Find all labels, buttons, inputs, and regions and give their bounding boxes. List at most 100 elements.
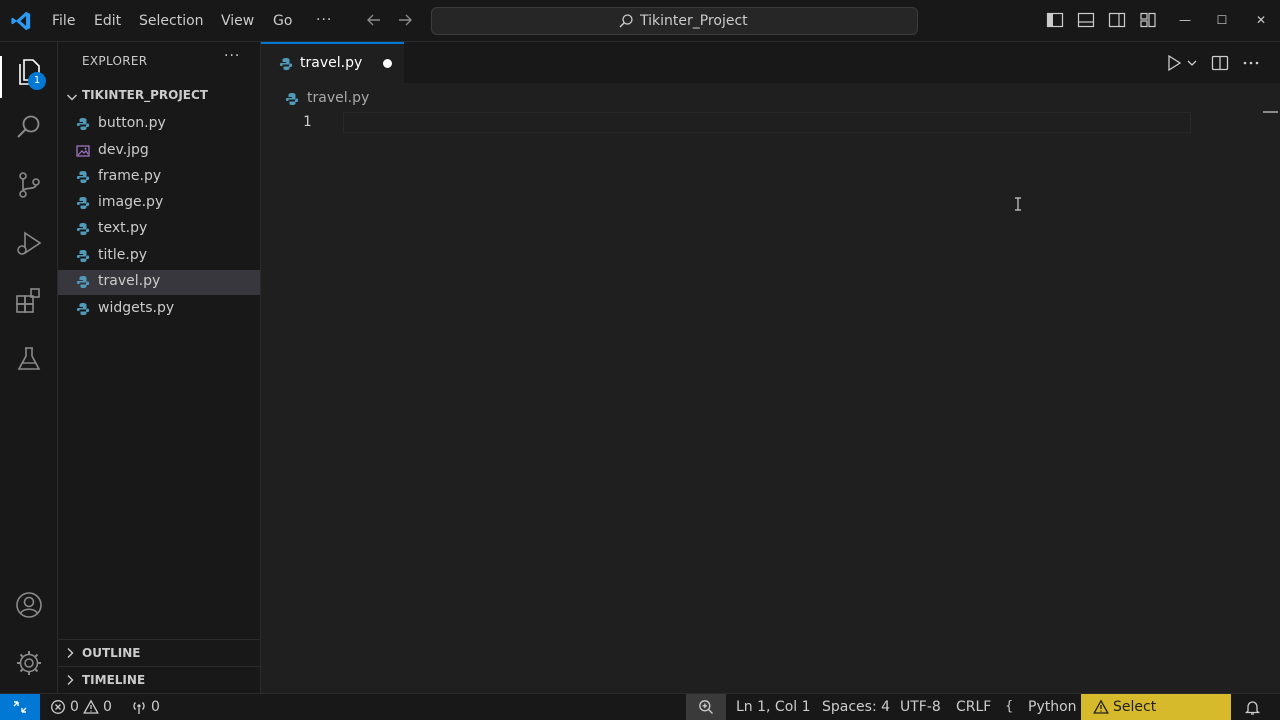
timeline-section-header[interactable]: TIMELINE	[58, 666, 260, 692]
file-name: frame.py	[98, 168, 162, 184]
source-control-icon[interactable]	[14, 170, 44, 200]
menu-view[interactable]: View	[221, 0, 254, 42]
chevron-right-icon	[67, 648, 74, 658]
file-encoding[interactable]: UTF-8	[900, 694, 941, 720]
python-file-icon	[76, 223, 90, 236]
file-item-dev-jpg[interactable]: dev.jpg	[58, 139, 260, 164]
python-file-icon	[76, 118, 90, 131]
error-icon	[51, 700, 65, 714]
indentation[interactable]: Spaces: 4	[822, 694, 890, 720]
remote-icon	[13, 701, 27, 713]
file-name: image.py	[98, 194, 164, 210]
account-icon[interactable]	[14, 590, 44, 620]
activity-bar: 1	[0, 42, 58, 693]
manage-gear-icon[interactable]	[14, 648, 44, 678]
unsaved-dot-icon[interactable]	[383, 59, 392, 68]
file-item-title-py[interactable]: title.py	[58, 244, 260, 269]
chevron-down-icon	[67, 94, 77, 101]
back-arrow-icon[interactable]	[364, 10, 384, 30]
project-folder-name: TIKINTER_PROJECT	[82, 88, 208, 102]
timeline-label: TIMELINE	[82, 673, 146, 687]
split-editor-icon[interactable]	[1211, 54, 1229, 72]
toggle-primary-sidebar-icon[interactable]	[1046, 11, 1064, 29]
menu-go[interactable]: Go	[273, 0, 292, 42]
search-text: Tikinter_Project	[640, 13, 748, 29]
file-item-text-py[interactable]: text.py	[58, 217, 260, 242]
tab-label: travel.py	[300, 55, 363, 71]
more-actions-icon[interactable]	[1242, 54, 1260, 72]
maximize-button[interactable]: ☐	[1204, 0, 1240, 42]
file-item-frame-py[interactable]: frame.py	[58, 165, 260, 190]
notifications-bell-icon[interactable]	[1244, 699, 1261, 716]
explorer-more-button[interactable]: ···	[224, 48, 240, 64]
editor-tab-bar: travel.py	[261, 42, 1280, 83]
title-bar: File Edit Selection View Go ··· Tikinter…	[0, 0, 1280, 42]
python-file-icon	[76, 303, 90, 316]
vscode-logo-icon	[11, 11, 31, 31]
braces-icon: {	[1005, 699, 1014, 714]
breadcrumb-file: travel.py	[307, 90, 370, 106]
file-name: text.py	[98, 220, 148, 236]
python-file-icon	[76, 250, 90, 263]
file-name: button.py	[98, 115, 166, 131]
file-name: travel.py	[98, 273, 161, 289]
file-item-widgets-py[interactable]: widgets.py	[58, 297, 260, 322]
file-item-travel-py[interactable]: travel.py	[58, 270, 260, 295]
customize-layout-icon[interactable]	[1139, 11, 1157, 29]
minimap-viewport[interactable]	[1263, 111, 1278, 113]
menu-selection[interactable]: Selection	[139, 0, 204, 42]
forward-arrow-icon[interactable]	[395, 10, 415, 30]
code-editor[interactable]: travel.py 1	[261, 83, 1280, 693]
search-icon[interactable]	[14, 112, 44, 142]
file-item-image-py[interactable]: image.py	[58, 191, 260, 216]
image-file-icon	[76, 145, 90, 157]
remote-indicator[interactable]	[0, 694, 40, 720]
python-file-icon	[285, 93, 299, 106]
explorer-title: EXPLORER	[82, 54, 148, 68]
menu-edit[interactable]: Edit	[94, 0, 121, 42]
select-interpreter-button[interactable]: Select Interpreter	[1081, 694, 1231, 720]
warning-count: 0	[103, 699, 112, 715]
python-file-icon	[76, 276, 90, 289]
minimize-button[interactable]: —	[1167, 0, 1203, 42]
warning-icon	[83, 699, 99, 714]
python-file-icon	[76, 197, 90, 210]
search-icon	[619, 14, 633, 28]
toggle-panel-icon[interactable]	[1077, 11, 1095, 29]
status-bar: 0 0 0 Ln 1, Col 1 Spaces: 4 UTF-8 CRLF {…	[0, 693, 1280, 720]
file-name: widgets.py	[98, 300, 175, 316]
zoom-indicator[interactable]	[686, 694, 726, 720]
file-name: title.py	[98, 247, 147, 263]
close-window-button[interactable]: ✕	[1243, 0, 1279, 42]
file-name: dev.jpg	[98, 142, 149, 158]
file-item-button-py[interactable]: button.py	[58, 112, 260, 137]
command-center-search[interactable]: Tikinter_Project	[431, 7, 918, 35]
run-and-debug-icon[interactable]	[14, 228, 44, 258]
outline-section-header[interactable]: OUTLINE	[58, 639, 260, 665]
broadcast-icon	[133, 702, 145, 714]
run-python-file-icon[interactable]	[1164, 54, 1198, 72]
explorer-sidebar: EXPLORER ··· TIKINTER_PROJECT button.py …	[58, 42, 261, 693]
tab-travel-py[interactable]: travel.py	[261, 42, 404, 83]
menu-more-button[interactable]: ···	[316, 0, 332, 42]
cursor-position[interactable]: Ln 1, Col 1	[736, 694, 811, 720]
menu-file[interactable]: File	[52, 0, 75, 42]
extensions-icon[interactable]	[14, 286, 44, 316]
toggle-secondary-sidebar-icon[interactable]	[1108, 11, 1126, 29]
active-indicator	[0, 56, 2, 98]
line-number: 1	[303, 114, 312, 130]
language-label: Python	[1028, 699, 1077, 715]
select-interpreter-label: Select Interpreter	[1113, 699, 1157, 715]
python-file-icon	[76, 171, 90, 184]
explorer-badge: 1	[28, 72, 46, 90]
outline-label: OUTLINE	[82, 646, 141, 660]
project-folder-header[interactable]: TIKINTER_PROJECT	[58, 86, 261, 108]
warning-icon	[1093, 699, 1109, 714]
error-count: 0	[70, 699, 79, 715]
testing-flask-icon[interactable]	[14, 344, 44, 374]
chevron-right-icon	[67, 675, 74, 685]
end-of-line[interactable]: CRLF	[956, 694, 991, 720]
text-cursor-ibeam-icon	[1015, 197, 1021, 211]
current-line-highlight[interactable]	[343, 112, 1191, 133]
python-file-icon	[279, 58, 293, 71]
